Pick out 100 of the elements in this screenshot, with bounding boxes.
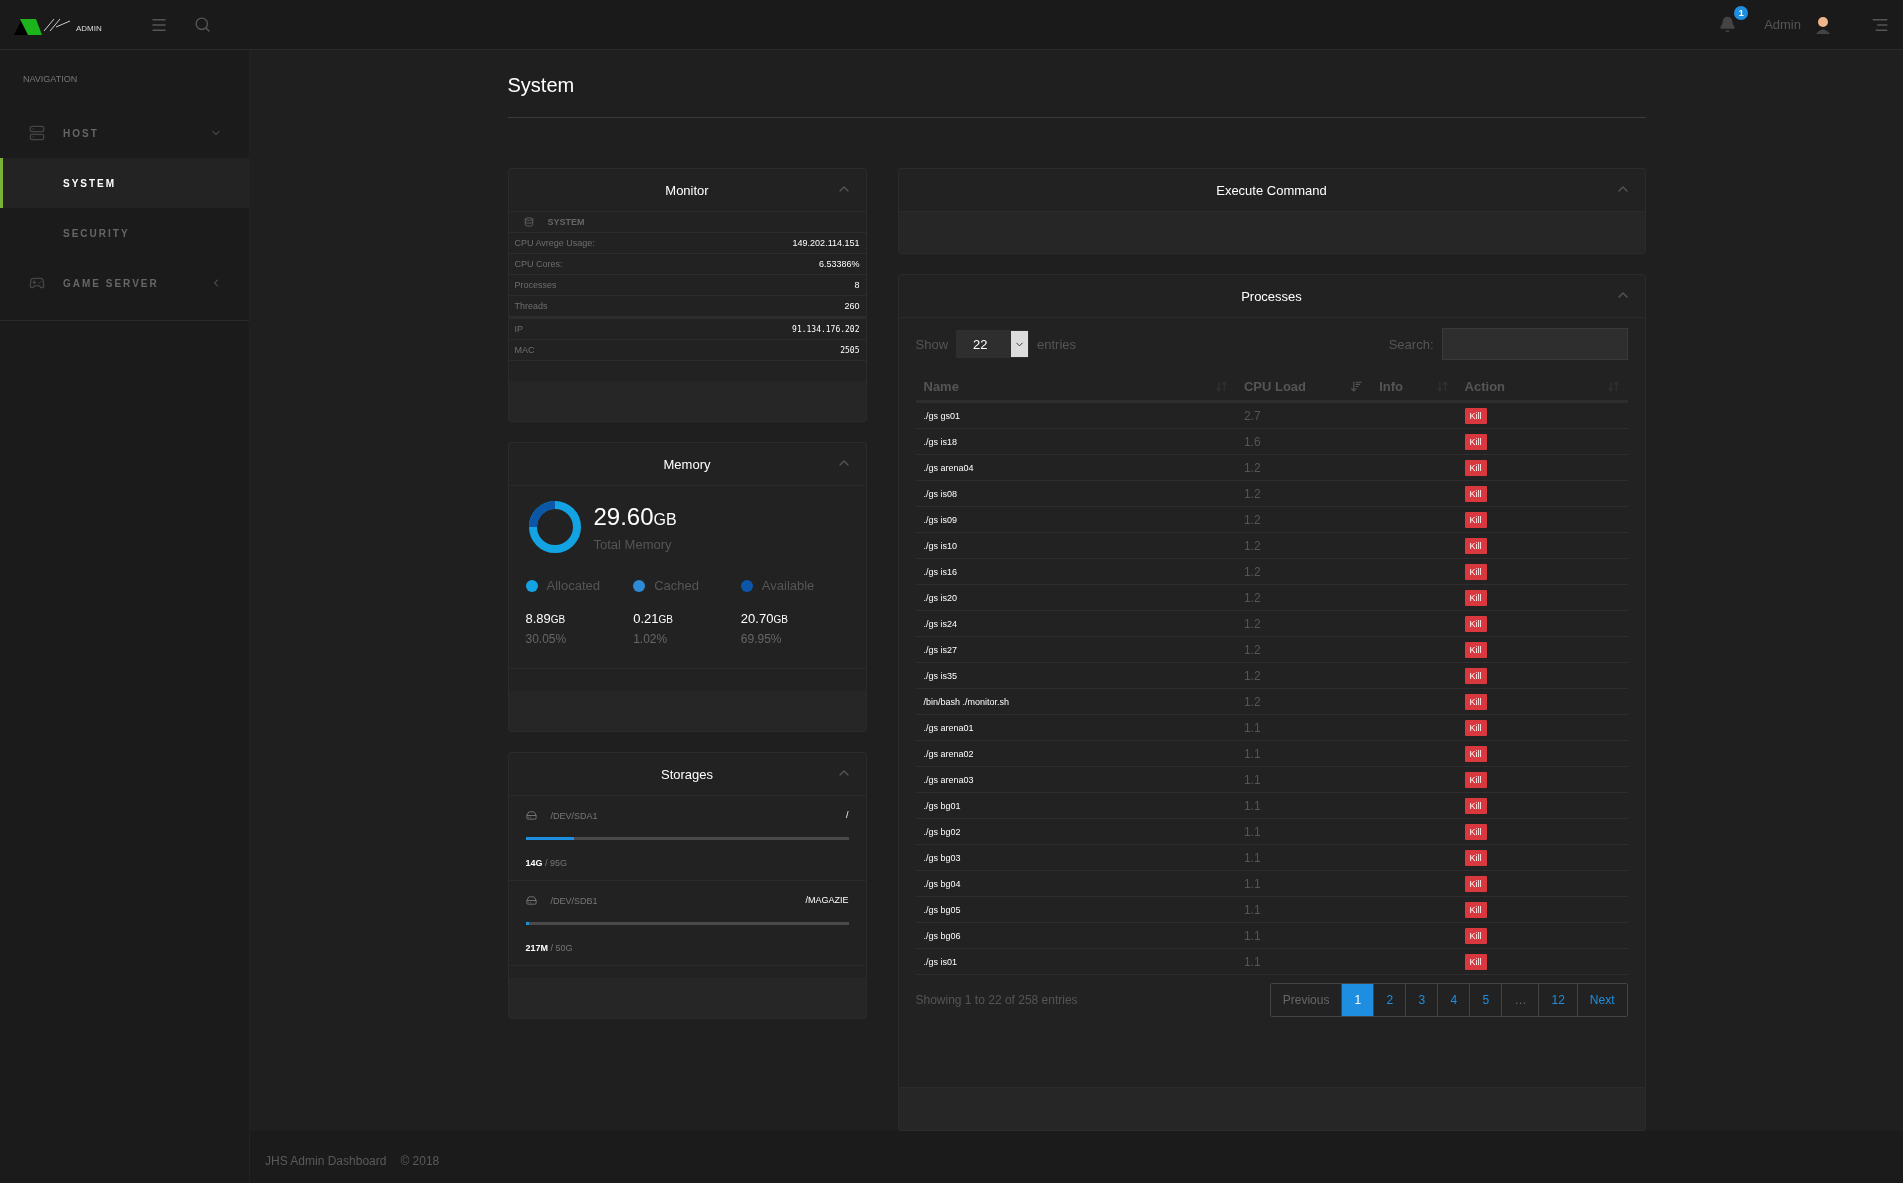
logo[interactable]: ADMIN: [14, 14, 124, 35]
hard-drive-icon: [525, 810, 537, 821]
process-name: ./gs is08: [923, 488, 958, 499]
process-name: ./gs bg01: [923, 800, 961, 811]
process-name: ./gs is20: [923, 592, 958, 603]
page-size-select[interactable]: 22: [956, 330, 1030, 358]
stat-value: 91.134.176.202: [792, 324, 860, 334]
stat-label: MAC: [514, 345, 535, 355]
user-avatar-icon[interactable]: [1815, 15, 1831, 34]
notification-count: 1: [1734, 6, 1749, 20]
process-name: ./gs bg02: [923, 826, 961, 837]
page-button[interactable]: 2: [1373, 984, 1406, 1016]
process-name: ./gs is01: [923, 956, 958, 967]
kill-button[interactable]: Kill: [1464, 901, 1487, 918]
mount-point: /MAGAZIE: [805, 895, 849, 905]
kill-button[interactable]: Kill: [1464, 511, 1487, 528]
process-name: ./gs is10: [923, 540, 958, 551]
kill-button[interactable]: Kill: [1464, 407, 1487, 424]
stat-label: Processes: [514, 280, 557, 290]
search-icon[interactable]: [194, 16, 211, 33]
stat-value: 149.202.114.151: [792, 238, 860, 248]
process-name: ./gs is18: [923, 436, 958, 447]
server-icon: [29, 125, 45, 141]
process-name: ./gs bg06: [923, 930, 961, 941]
process-name: ./gs is16: [923, 566, 958, 577]
kill-button[interactable]: Kill: [1464, 823, 1487, 840]
kill-button[interactable]: Kill: [1464, 641, 1487, 658]
kill-button[interactable]: Kill: [1464, 719, 1487, 736]
panel-title: Monitor: [665, 182, 709, 198]
panel-title: Storages: [660, 766, 713, 782]
database-icon: [523, 217, 534, 227]
usage-text: 14G / 95G: [525, 858, 569, 868]
process-name: ./gs bg05: [923, 904, 961, 915]
device-name: /DEV/SDA1: [550, 810, 598, 821]
process-name: ./gs arena04: [923, 462, 974, 473]
page-title: System: [507, 74, 1646, 118]
memory-percent: 30.05%: [525, 632, 568, 646]
kill-button[interactable]: Kill: [1464, 927, 1487, 944]
memory-percent: 69.95%: [740, 632, 783, 646]
copyright-text: © 2018: [400, 1154, 440, 1168]
process-name: ./gs arena02: [923, 748, 974, 759]
nav-item[interactable]: GAME SERVER: [0, 258, 249, 308]
stat-value: 8: [854, 280, 860, 290]
process-name: ./gs arena01: [923, 722, 974, 733]
process-name: ./gs is24: [923, 618, 958, 629]
memory-amount: 20.70GB: [740, 611, 789, 626]
stat-value: 6.53386%: [818, 259, 860, 269]
mount-point: /: [846, 810, 849, 820]
kill-button[interactable]: Kill: [1464, 953, 1487, 970]
stat-value: 2505: [840, 345, 860, 355]
kill-button[interactable]: Kill: [1464, 563, 1487, 580]
kill-button[interactable]: Kill: [1464, 797, 1487, 814]
kill-button[interactable]: Kill: [1464, 615, 1487, 632]
process-name: ./gs gs01: [923, 410, 961, 421]
page-button[interactable]: 12: [1538, 984, 1577, 1016]
stat-value: 260: [844, 301, 860, 311]
page-button[interactable]: Next: [1576, 984, 1627, 1016]
device-name: /DEV/SDB1: [550, 895, 598, 906]
kill-button[interactable]: Kill: [1464, 771, 1487, 788]
kill-button[interactable]: Kill: [1464, 433, 1487, 450]
kill-button[interactable]: Kill: [1464, 485, 1487, 502]
kill-button[interactable]: Kill: [1464, 667, 1487, 684]
stat-label: IP: [514, 324, 523, 334]
panel-title: Processes: [1241, 288, 1302, 304]
footer-text: JHS Admin Dashboard: [265, 1154, 387, 1168]
stat-label: CPU Avrege Usage:: [514, 238, 595, 248]
process-name: ./gs arena03: [923, 774, 974, 785]
page-button[interactable]: 3: [1405, 984, 1438, 1016]
logo-text: ADMIN: [76, 23, 102, 33]
page-button[interactable]: 1: [1341, 984, 1374, 1016]
section-heading: SYSTEM: [547, 217, 585, 227]
page-button[interactable]: 4: [1437, 984, 1470, 1016]
process-name: ./gs is09: [923, 514, 958, 525]
page-button[interactable]: 5: [1469, 984, 1502, 1016]
panel-title: Execute Command: [1216, 182, 1327, 198]
notification-button[interactable]: [1719, 16, 1737, 33]
usage-text: 217M / 50G: [525, 943, 574, 953]
kill-button[interactable]: Kill: [1464, 745, 1487, 762]
memory-amount: 0.21GB: [633, 611, 674, 626]
kill-button[interactable]: Kill: [1464, 537, 1487, 554]
search-field[interactable]: [1441, 328, 1628, 360]
stat-label: CPU Cores:: [514, 259, 563, 269]
nav-heading: NAVIGATION: [22, 73, 79, 86]
kill-button[interactable]: Kill: [1464, 849, 1487, 866]
nav-subitem[interactable]: SYSTEM: [0, 158, 249, 208]
gamepad-icon: [29, 275, 45, 291]
hard-drive-icon: [525, 895, 537, 906]
kill-button[interactable]: Kill: [1464, 875, 1487, 892]
nav-subitem[interactable]: SECURITY: [0, 208, 249, 258]
user-name[interactable]: Admin: [1764, 17, 1801, 32]
sort-descending-icon[interactable]: [1350, 379, 1364, 393]
process-name: ./gs bg03: [923, 852, 961, 863]
kill-button[interactable]: Kill: [1464, 693, 1487, 710]
nav-item[interactable]: HOST: [0, 108, 249, 158]
kill-button[interactable]: Kill: [1464, 589, 1487, 606]
process-name: ./gs bg04: [923, 878, 961, 889]
total-memory-value: 29.60GB: [593, 502, 677, 531]
process-name: /bin/bash ./monitor.sh: [923, 696, 1010, 707]
panel-title: Memory: [663, 456, 711, 472]
kill-button[interactable]: Kill: [1464, 459, 1487, 476]
